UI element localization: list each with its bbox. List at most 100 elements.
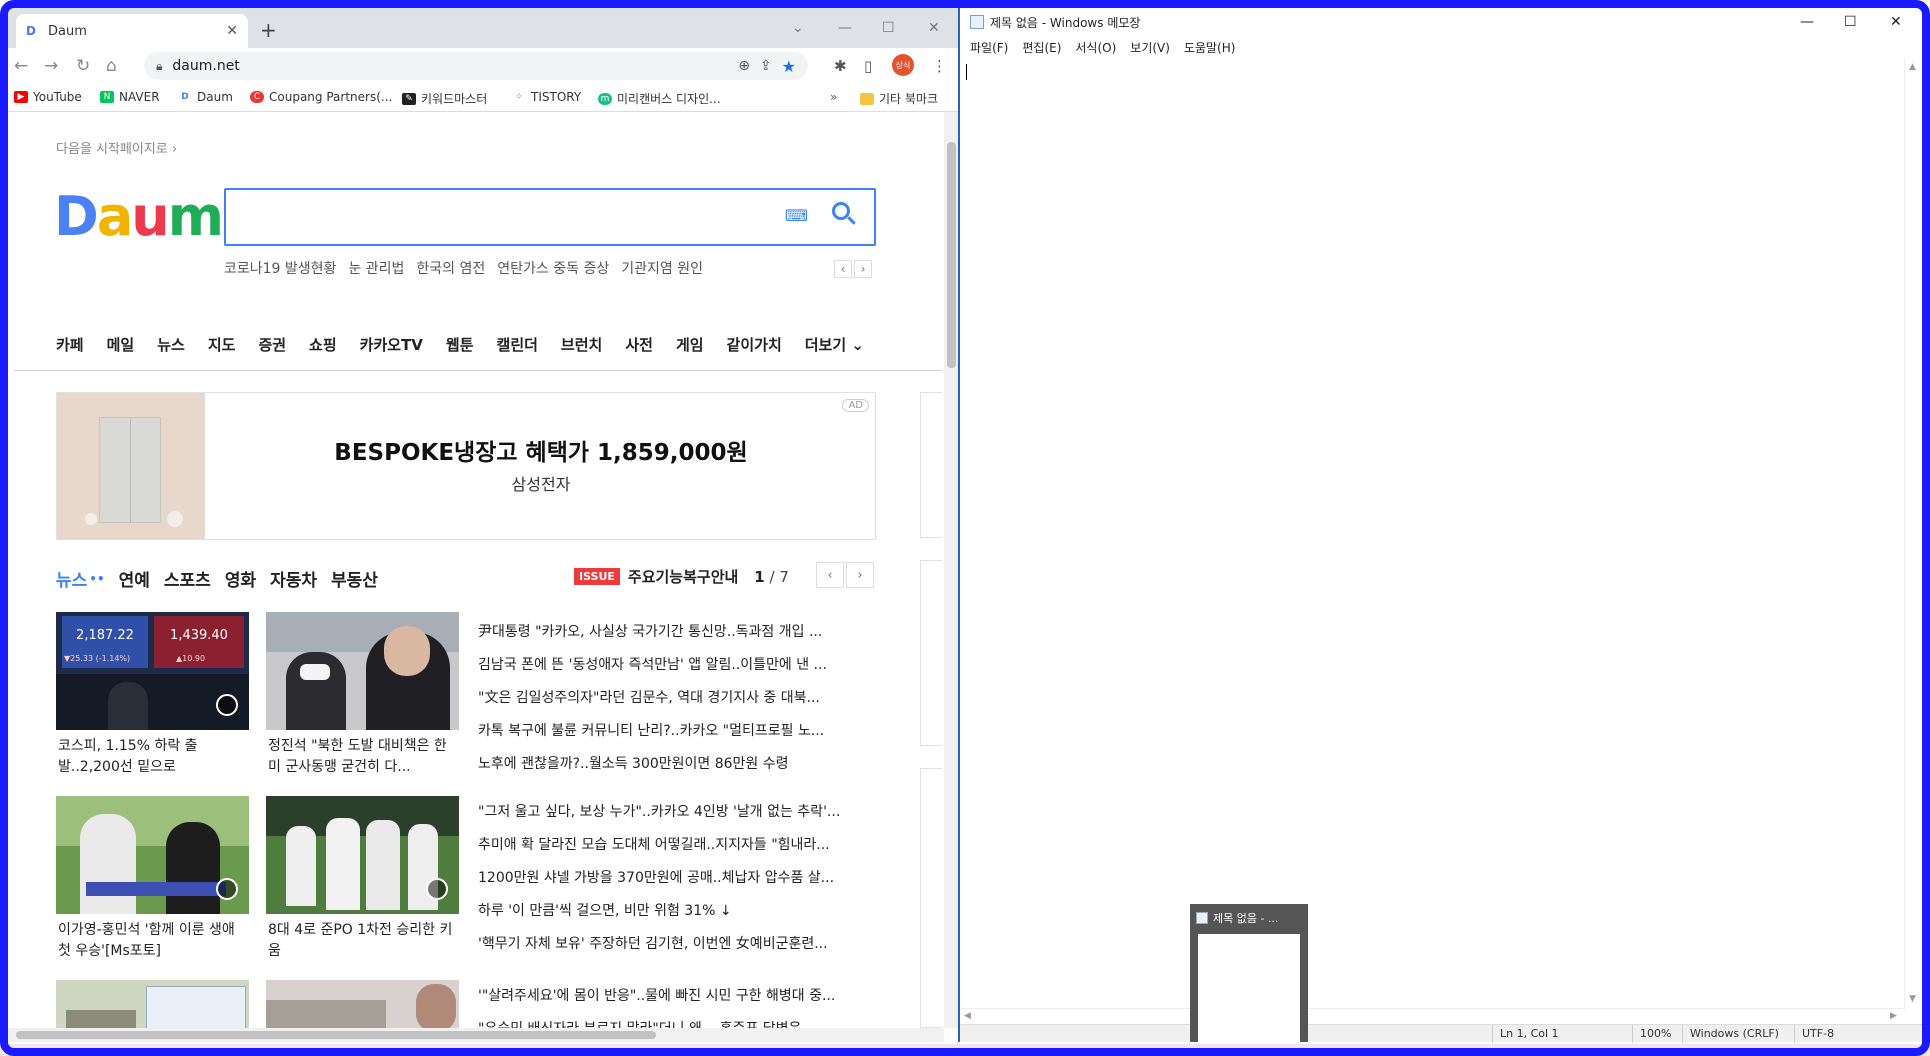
nav-item[interactable]: 게임 (676, 334, 704, 355)
menu-file[interactable]: 파일(F) (970, 39, 1008, 56)
bookmark-youtube[interactable]: ▶ YouTube (14, 90, 82, 104)
bookmarks-overflow-icon[interactable]: » (830, 90, 837, 104)
menu-view[interactable]: 보기(V) (1130, 39, 1170, 56)
scroll-left-icon[interactable]: ◀ (964, 1011, 971, 1021)
maximize-button[interactable]: ☐ (882, 20, 895, 36)
nav-item[interactable]: 증권 (258, 334, 286, 355)
search-input[interactable]: ⌨ (224, 188, 876, 246)
next-icon[interactable]: › (846, 562, 874, 588)
editor-vertical-scrollbar[interactable]: ▲ ▼ (1904, 58, 1922, 1008)
headline-link[interactable]: '"살려주세요'에 몸이 반응"..물에 빠진 시민 구한 해병대 중... (478, 986, 878, 1019)
news-caption[interactable]: 코스피, 1.15% 하락 출발..2,200선 밑으로 (56, 736, 249, 778)
headline-link[interactable]: 추미애 확 달라진 모습 도대체 어떻길래..지지자들 "힘내라... (478, 835, 878, 868)
trend-item[interactable]: 코로나19 발생현황 (224, 258, 336, 278)
scroll-up-icon[interactable]: ▲ (1909, 62, 1916, 72)
news-card[interactable] (266, 980, 459, 1028)
bookmark-star-icon[interactable]: ★ (782, 57, 796, 76)
reload-button[interactable]: ↻ (76, 56, 90, 76)
editor-horizontal-scrollbar[interactable]: ◀ ▶ (960, 1008, 1906, 1024)
nav-item[interactable]: 같이가치 (727, 334, 782, 355)
back-button[interactable]: ← (14, 56, 28, 76)
side-panel-icon[interactable]: ▯ (864, 57, 872, 75)
nav-item[interactable]: 뉴스 (157, 334, 185, 355)
nav-item[interactable]: 카카오TV (360, 334, 423, 355)
headline-link[interactable]: "그저 울고 싶다, 보상 누가"..카카오 4인방 '날개 없는 추락'... (478, 802, 878, 835)
bookmark-miricanvas[interactable]: m 미리캔버스 디자인... (598, 90, 721, 107)
notepad-titlebar[interactable]: 제목 없음 - Windows 메모장 — ☐ ✕ (960, 8, 1922, 36)
preview-window[interactable] (1198, 934, 1300, 1042)
tab-movies[interactable]: 영화 (225, 566, 256, 591)
page-vertical-scrollbar[interactable] (944, 112, 958, 1028)
trend-item[interactable]: 기관지염 원인 (621, 258, 703, 278)
trend-item[interactable]: 한국의 염전 (416, 258, 485, 278)
menu-kebab-icon[interactable]: ⋮ (932, 57, 947, 75)
news-thumbnail[interactable] (56, 980, 249, 1028)
share-icon[interactable]: ⇪ (760, 58, 772, 74)
issue-text[interactable]: 주요기능복구안내 (628, 566, 738, 587)
ad-title[interactable]: BESPOKE냉장고 혜택가 1,859,000원 (205, 433, 877, 467)
address-bar[interactable]: 🔒︎ daum.net ⊕ ⇪ ★ (144, 52, 808, 80)
keyboard-icon[interactable]: ⌨ (785, 206, 808, 225)
news-thumbnail[interactable]: 2,187.22 ▼25.33 (-1.14%) 1,439.40 ▲10.90 (56, 612, 249, 730)
tab-news[interactable]: 뉴스 (56, 566, 87, 591)
headline-link[interactable]: 카톡 복구에 불륜 커뮤니티 난리?..카카오 "멀티프로필 노... (478, 721, 878, 754)
tab-entertainment[interactable]: 연예 (119, 566, 150, 591)
headline-link[interactable]: 김남국 폰에 뜬 '동성애자 즉석만남' 앱 알림..이틀만에 낸 ... (478, 655, 878, 688)
ad-banner[interactable]: BESPOKE냉장고 혜택가 1,859,000원 삼성전자 AD (56, 392, 876, 540)
minimize-button[interactable]: — (838, 20, 852, 36)
trend-item[interactable]: 눈 관리법 (348, 258, 404, 278)
bookmark-tistory[interactable]: ⁘ TISTORY (512, 90, 581, 104)
prev-icon[interactable]: ‹ (816, 562, 844, 588)
menu-edit[interactable]: 편집(E) (1022, 39, 1061, 56)
bookmark-coupang[interactable]: C Coupang Partners(... (250, 90, 392, 104)
nav-item[interactable]: 브런치 (561, 334, 602, 355)
zoom-icon[interactable]: ⊕ (738, 58, 750, 74)
lock-icon[interactable]: 🔒︎ (156, 59, 162, 74)
news-thumbnail[interactable] (56, 796, 249, 914)
bookmark-naver[interactable]: N NAVER (100, 90, 160, 104)
search-icon[interactable] (832, 202, 856, 226)
bookmark-other[interactable]: 기타 북마크 (860, 90, 938, 107)
news-card[interactable]: 정진석 "북한 도발 대비책은 한미 군사동맹 굳건히 다... (266, 612, 459, 778)
tab-real-estate[interactable]: 부동산 (331, 566, 378, 591)
headline-link[interactable]: 하루 '이 만큼'씩 걸으면, 비만 위험 31% ↓ (478, 901, 878, 934)
close-window-button[interactable]: ✕ (928, 20, 940, 36)
trend-item[interactable]: 연탄가스 중독 증상 (497, 258, 609, 278)
url-text[interactable]: daum.net (172, 58, 728, 74)
home-button[interactable]: ⌂ (106, 56, 117, 76)
news-caption[interactable]: 정진석 "북한 도발 대비책은 한미 군사동맹 굳건히 다... (266, 736, 459, 778)
news-card[interactable]: 2,187.22 ▼25.33 (-1.14%) 1,439.40 ▲10.90… (56, 612, 249, 778)
set-start-page-link[interactable]: 다음을 시작페이지로 › (56, 138, 177, 157)
nav-item[interactable]: 지도 (208, 334, 236, 355)
profile-avatar[interactable]: 상식 (892, 54, 914, 76)
nav-item[interactable]: 캘린더 (497, 334, 538, 355)
bookmark-keyword-master[interactable]: ✎ 키워드마스터 (402, 90, 487, 107)
video-play-icon[interactable] (426, 878, 448, 900)
news-card[interactable]: 8대 4로 준PO 1차전 승리한 키움 (266, 796, 459, 962)
extensions-icon[interactable]: ✱ (834, 57, 847, 75)
maximize-button[interactable]: ☐ (1844, 14, 1857, 30)
news-thumbnail[interactable] (266, 796, 459, 914)
page-horizontal-scrollbar[interactable] (8, 1028, 944, 1042)
news-card[interactable] (56, 980, 249, 1028)
browser-tab[interactable]: D Daum ✕ (16, 14, 248, 48)
nav-more[interactable]: 더보기 ⌄ (805, 334, 864, 355)
nav-item[interactable]: 쇼핑 (309, 334, 337, 355)
nav-item[interactable]: 카페 (56, 334, 84, 355)
daum-logo[interactable]: Daum (54, 188, 224, 246)
tab-search-icon[interactable]: ⌄ (792, 20, 804, 36)
headline-link[interactable]: 1200만원 샤넬 가방을 370만원에 공매..체납자 압수품 살... (478, 868, 878, 901)
headline-link[interactable]: 尹대통령 "카카오, 사실상 국가기간 통신망..독과점 개입 ... (478, 622, 878, 655)
video-play-icon[interactable] (216, 878, 238, 900)
tab-sports[interactable]: 스포츠 (164, 566, 211, 591)
nav-item[interactable]: 웹툰 (446, 334, 474, 355)
news-thumbnail[interactable] (266, 612, 459, 730)
news-card[interactable]: 이가영-홍민석 '함께 이룬 생애 첫 우승'[Ms포토] (56, 796, 249, 962)
trend-prev-icon[interactable]: ‹ (834, 260, 852, 278)
nav-item[interactable]: 메일 (107, 334, 135, 355)
headline-link[interactable]: '핵무기 자체 보유' 주장하던 김기현, 이번엔 女예비군훈련... (478, 934, 878, 967)
headline-link[interactable]: "文은 김일성주의자"라던 김문수, 역대 경기지사 중 대북... (478, 688, 878, 721)
news-thumbnail[interactable] (266, 980, 459, 1028)
text-editor[interactable] (960, 58, 1904, 1008)
taskbar-preview[interactable]: 제목 없음 - ... (1190, 904, 1308, 1042)
